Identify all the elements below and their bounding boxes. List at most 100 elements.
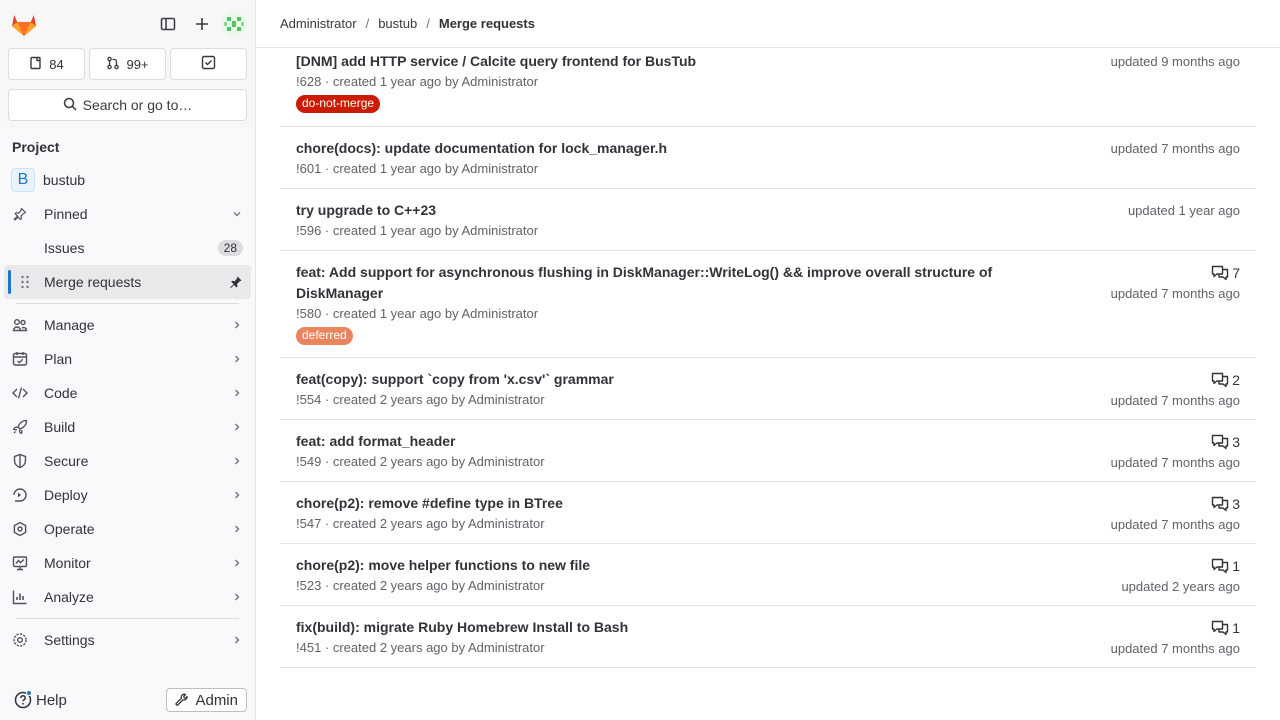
sidebar-counters: 84 99+ [0, 48, 255, 80]
merge-request-row[interactable]: chore(p2): move helper functions to new … [280, 544, 1256, 606]
settings-gear-icon [12, 632, 28, 648]
merge-request-row[interactable]: chore(p2): remove #define type in BTree!… [280, 482, 1256, 544]
merge-request-title[interactable]: chore(p2): move helper functions to new … [296, 555, 1240, 576]
sidebar-item-label: Operate [44, 521, 95, 537]
chart-icon [12, 589, 28, 605]
merge-request-meta: !451 · created 2 years ago by Administra… [296, 640, 545, 655]
comments-icon [1211, 265, 1229, 281]
thumbtack-icon [12, 206, 28, 222]
comments-count[interactable]: 3 [1111, 493, 1240, 514]
merge-request-meta: !554 · created 2 years ago by Administra… [296, 392, 545, 407]
sidebar-item-settings[interactable]: Settings [4, 623, 251, 657]
merge-request-title[interactable]: feat(copy): support `copy from 'x.csv'` … [296, 369, 1240, 390]
sidebar-section-pinned[interactable]: Pinned [4, 197, 251, 231]
sidebar-item-label: Plan [44, 351, 73, 367]
merge-request-title[interactable]: try upgrade to C++23 [296, 200, 1240, 221]
sidebar-item-monitor[interactable]: Monitor [4, 546, 251, 580]
merge-request-title[interactable]: [DNM] add HTTP service / Calcite query f… [296, 51, 1240, 72]
comments-number: 1 [1232, 557, 1240, 574]
divider [16, 303, 239, 304]
comments-count[interactable]: 2 [1111, 369, 1240, 390]
sidebar-item-label: Manage [44, 317, 95, 333]
issues-counter[interactable]: 84 [8, 48, 85, 80]
merge-request-title[interactable]: feat: add format_header [296, 431, 1240, 452]
merge-request-row[interactable]: fix(build): migrate Ruby Homebrew Instal… [280, 606, 1256, 668]
comments-icon [1211, 434, 1229, 450]
merge-request-row[interactable]: feat: add format_header !549 · created 2 … [280, 420, 1256, 482]
comments-icon [1211, 558, 1229, 574]
merge-request-status: updated 1 year ago [1128, 200, 1240, 221]
merge-request-row[interactable]: feat: Add support for asynchronous flush… [280, 251, 1256, 358]
comments-count[interactable]: 1 [1121, 555, 1240, 576]
user-avatar[interactable] [221, 11, 247, 37]
chevron-right-icon [231, 353, 243, 365]
updated-time: updated 7 months ago [1110, 641, 1240, 656]
comments-count[interactable]: 3 [1111, 431, 1240, 452]
sidebar-item-project[interactable]: B bustub [4, 163, 251, 197]
sidebar-item-manage[interactable]: Manage [4, 308, 251, 342]
sidebar-item-plan[interactable]: Plan [4, 342, 251, 376]
merge-request-status: 3 updated 7 months ago [1111, 493, 1240, 535]
sidebar: 84 99+ Search or go to… Project B bustub [0, 0, 256, 720]
main-content: [DNM] add HTTP service / Calcite query f… [256, 48, 1280, 720]
merge-request-row[interactable]: feat(copy): support `copy from 'x.csv'` … [280, 358, 1256, 420]
chevron-right-icon [231, 387, 243, 399]
merge-request-row[interactable]: try upgrade to C++23 !596 · created 1 yea… [280, 189, 1256, 251]
sidebar-item-code[interactable]: Code [4, 376, 251, 410]
merge-request-title[interactable]: chore(docs): update documentation for lo… [296, 138, 1240, 159]
chevron-right-icon [231, 591, 243, 603]
updated-time: updated 2 years ago [1121, 579, 1240, 594]
sidebar-item-secure[interactable]: Secure [4, 444, 251, 478]
sidebar-item-label: Build [44, 419, 76, 435]
updated-time: updated 7 months ago [1110, 286, 1240, 301]
unpin-icon[interactable] [229, 275, 243, 289]
users-icon [12, 317, 28, 333]
merge-request-status: 2 updated 7 months ago [1111, 369, 1240, 411]
plus-icon[interactable] [187, 9, 217, 39]
todos-counter[interactable] [170, 48, 247, 80]
deployments-icon [12, 487, 28, 503]
sidebar-item-operate[interactable]: Operate [4, 512, 251, 546]
merge-request-meta: !580 · created 1 year ago by Administrat… [296, 306, 539, 321]
help-button[interactable]: Help [14, 690, 67, 709]
label-badge[interactable]: deferred [296, 327, 353, 345]
comments-count[interactable]: 1 [1111, 617, 1240, 638]
label-badge[interactable]: do-not-merge [296, 95, 381, 113]
breadcrumb-item[interactable]: bustub [378, 16, 417, 31]
merge-request-title[interactable]: feat: Add support for asynchronous flush… [296, 262, 1036, 304]
chevron-right-icon [231, 489, 243, 501]
merge-request-title[interactable]: chore(p2): remove #define type in BTree [296, 493, 1240, 514]
merge-request-row[interactable]: chore(docs): update documentation for lo… [280, 127, 1256, 189]
breadcrumb-item[interactable]: Administrator [280, 16, 357, 31]
admin-button[interactable]: Admin [166, 688, 247, 712]
search-label: Search or go to… [82, 97, 193, 113]
sidebar-header [0, 0, 255, 48]
breadcrumb-current[interactable]: Merge requests [439, 16, 535, 31]
toggle-sidebar-icon[interactable] [153, 9, 183, 39]
updated-time: updated 9 months ago [1110, 54, 1240, 69]
merge-request-title[interactable]: fix(build): migrate Ruby Homebrew Instal… [296, 617, 1240, 638]
sidebar-item-deploy[interactable]: Deploy [4, 478, 251, 512]
sidebar-item-label: Merge requests [44, 274, 142, 290]
comments-number: 7 [1232, 264, 1240, 281]
merge-request-meta: !523 · created 2 years ago by Administra… [296, 578, 545, 593]
comments-count[interactable]: 7 [1111, 262, 1240, 283]
project-name: bustub [43, 172, 86, 188]
updated-time: updated 1 year ago [1127, 203, 1240, 218]
merge-request-row[interactable]: [DNM] add HTTP service / Calcite query f… [280, 48, 1256, 127]
breadcrumb: Administrator / bustub / Merge requests [256, 0, 1280, 48]
sidebar-item-label: Monitor [44, 555, 91, 571]
planning-icon [12, 351, 28, 367]
sidebar-item-build[interactable]: Build [4, 410, 251, 444]
sidebar-item-issues[interactable]: Issues 28 [4, 231, 251, 265]
comments-icon [1211, 372, 1229, 388]
sidebar-item-analyze[interactable]: Analyze [4, 580, 251, 614]
search-button[interactable]: Search or go to… [8, 89, 247, 121]
gitlab-logo-icon[interactable] [10, 10, 38, 38]
merge-requests-counter[interactable]: 99+ [89, 48, 166, 80]
merge-request-meta: !547 · created 2 years ago by Administra… [296, 516, 545, 531]
rocket-icon [12, 419, 28, 435]
sidebar-item-merge-requests[interactable]: Merge requests [4, 265, 251, 299]
wrench-icon [175, 693, 189, 707]
drag-handle-icon[interactable] [20, 275, 30, 292]
